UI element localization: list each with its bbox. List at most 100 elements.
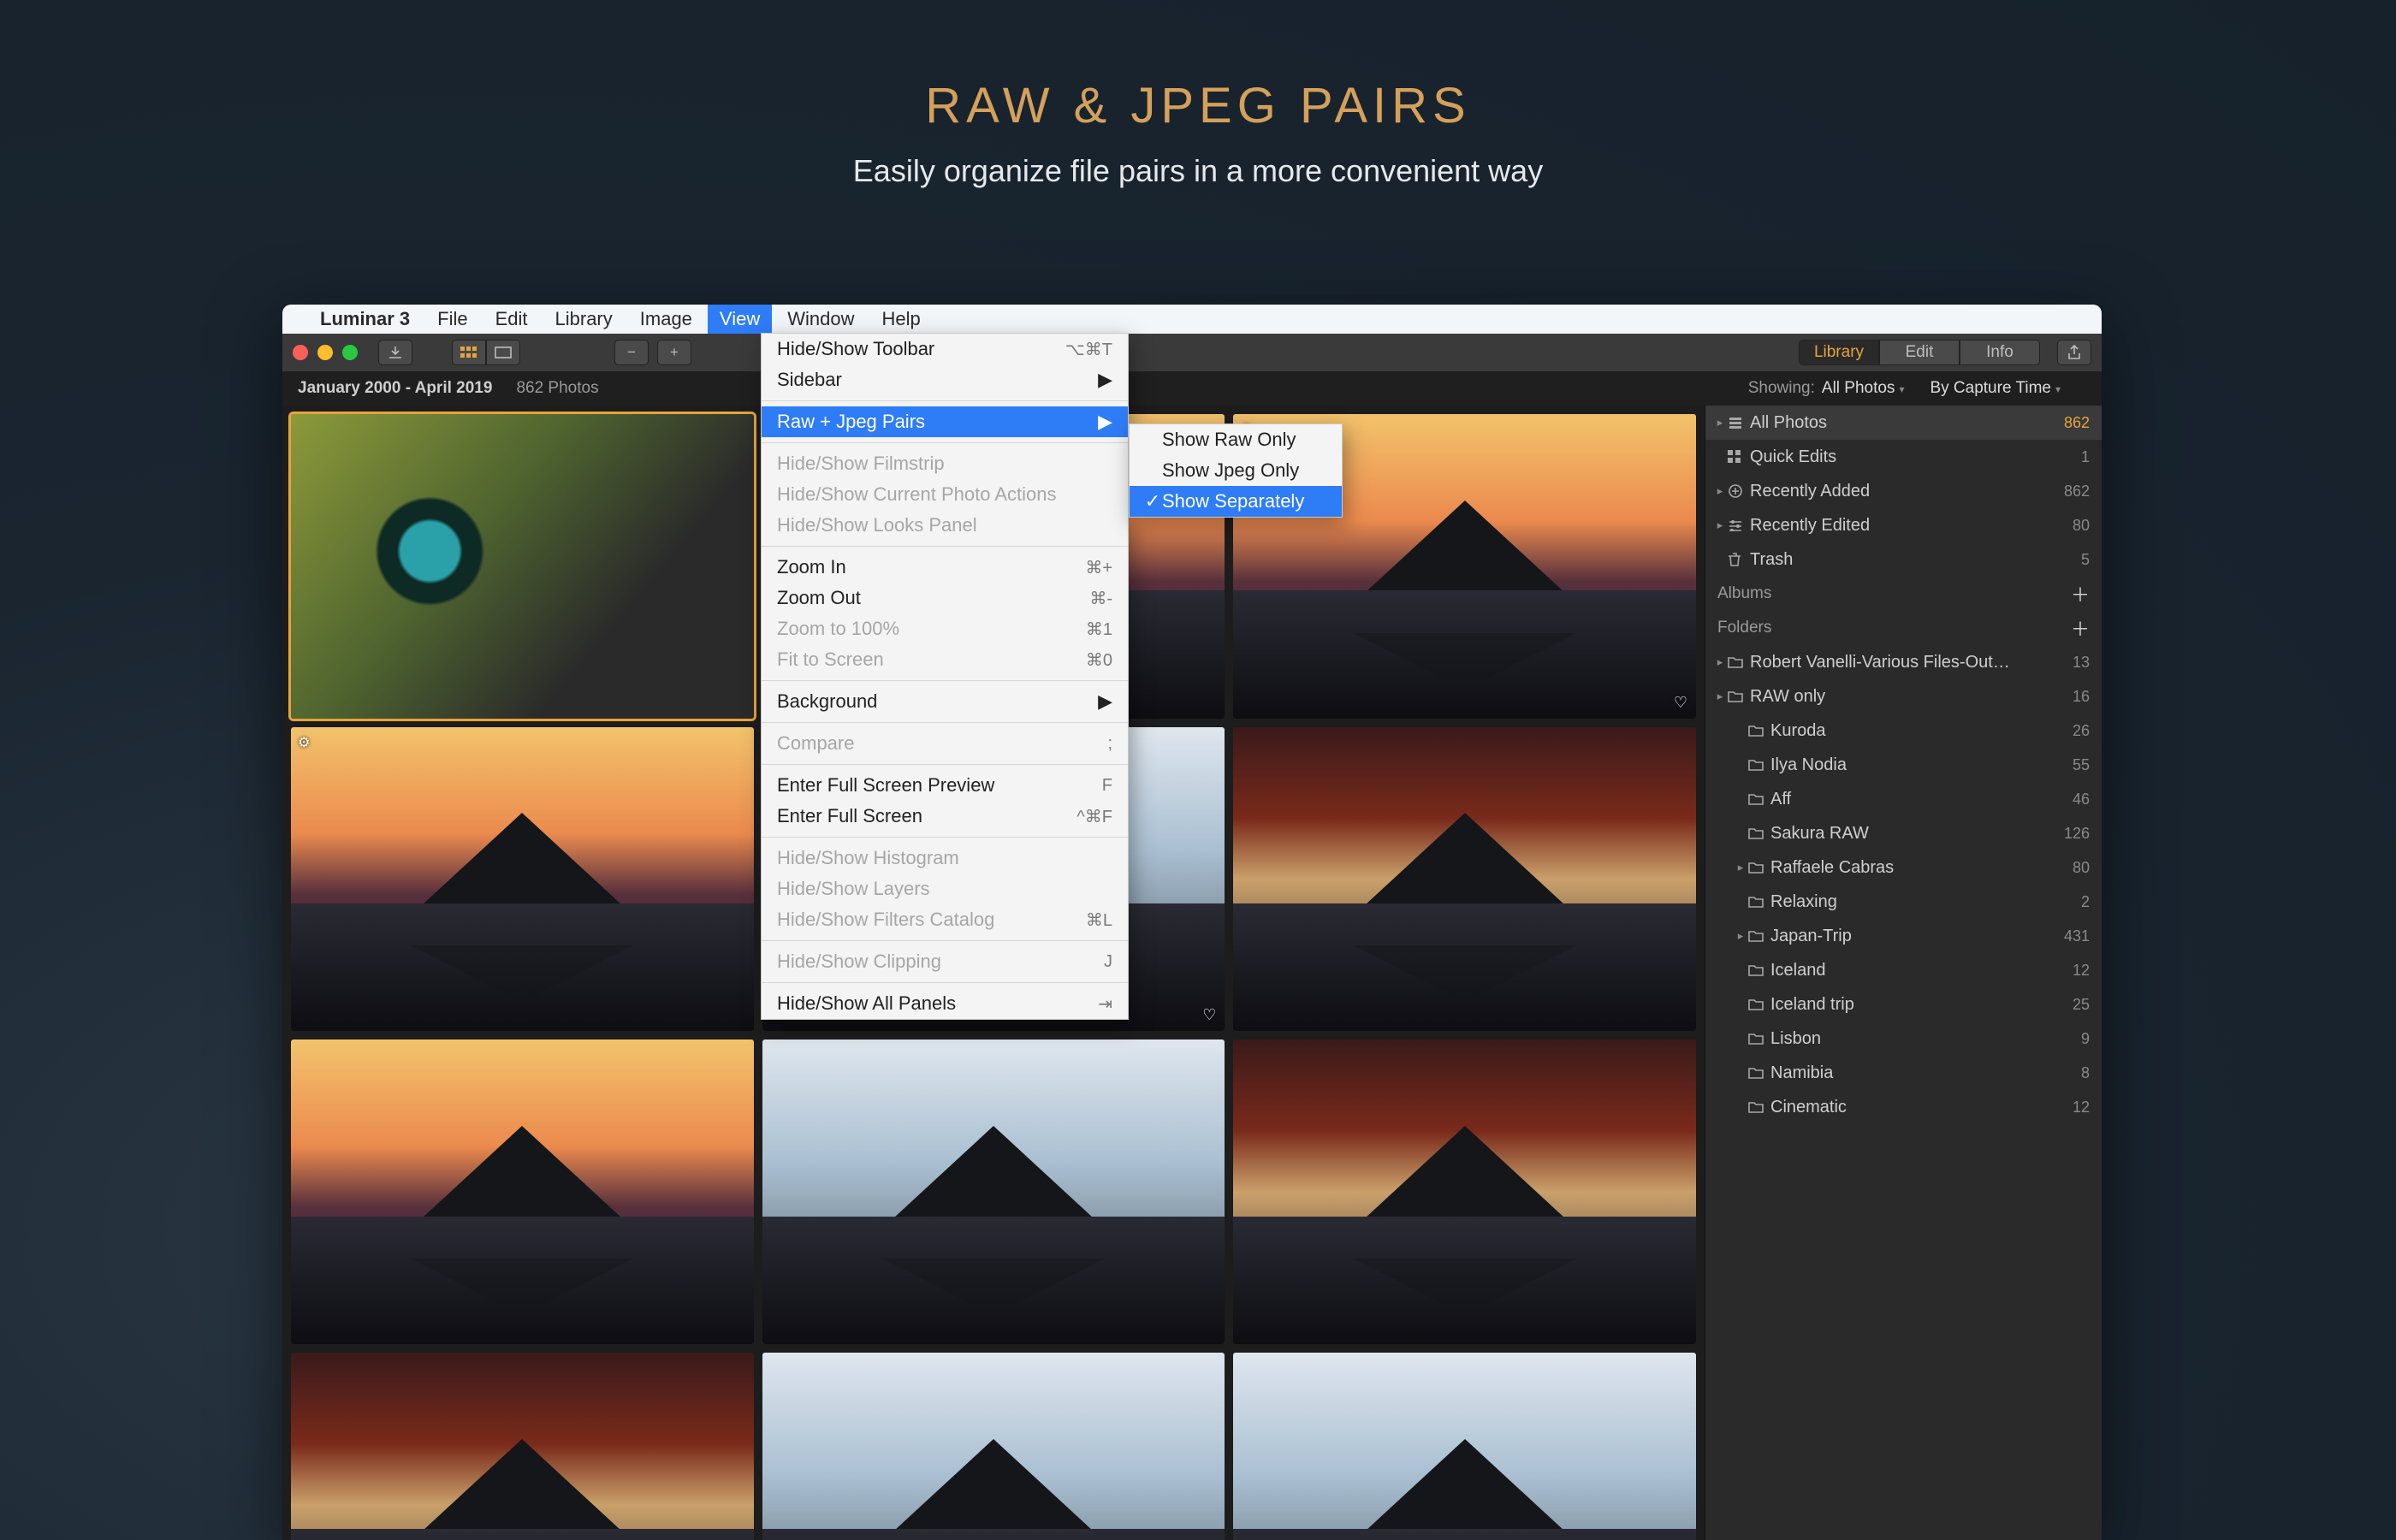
showing-filter[interactable]: All Photos [1822,379,1905,398]
thumbnail[interactable] [762,1040,1225,1344]
menu-window[interactable]: Window [775,305,866,334]
menu-view[interactable]: View [708,305,772,334]
menu-help[interactable]: Help [869,305,932,334]
folder-icon [1748,827,1770,839]
folder-item[interactable]: Ilya Nodia55 [1705,748,2102,782]
folder-item[interactable]: Namibia8 [1705,1056,2102,1090]
share-button[interactable] [2057,340,2091,365]
thumbnail[interactable] [762,1353,1225,1540]
submenu-item[interactable]: Show Jpeg Only [1130,455,1342,486]
folder-item[interactable]: Iceland trip25 [1705,987,2102,1022]
menu-item[interactable]: Hide/Show Toolbar⌥⌘T [762,334,1128,364]
folder-icon [1748,725,1770,737]
menu-edit[interactable]: Edit [483,305,540,334]
folder-icon [1728,656,1750,668]
disclosure-icon: ▸ [1712,416,1728,429]
folder-item[interactable]: Sakura RAW126 [1705,816,2102,850]
heart-icon[interactable]: ♡ [1674,694,1687,712]
sidebar-item-quick-edits[interactable]: Quick Edits1 [1705,440,2102,474]
menu-item[interactable]: Sidebar▶ [762,364,1128,395]
menu-item[interactable]: Background▶ [762,686,1128,717]
menu-item[interactable]: Hide/Show All Panels⇥ [762,988,1128,1019]
zoom-window-button[interactable] [342,345,358,360]
folder-item[interactable]: Aff46 [1705,782,2102,816]
folder-icon [1748,964,1770,976]
minimize-window-button[interactable] [317,345,333,360]
view-menu-dropdown: Hide/Show Toolbar⌥⌘TSidebar▶ Raw + Jpeg P… [761,333,1129,1020]
thumbnail[interactable]: ⚙ [291,727,754,1032]
disclosure-icon: ▸ [1712,484,1728,498]
menu-item: Zoom to 100%⌘1 [762,613,1128,644]
sidebar-item-recently-edited[interactable]: ▸Recently Edited80 [1705,508,2102,542]
folder-item[interactable]: ▸Japan-Trip431 [1705,919,2102,953]
menu-app[interactable]: Luminar 3 [308,305,422,334]
plus-circle-icon [1728,483,1750,499]
thumbnail[interactable] [291,1040,754,1344]
folder-icon [1748,759,1770,771]
disclosure-icon: ▸ [1733,861,1748,874]
grid-icon [1728,450,1750,464]
disclosure-icon: ▸ [1733,929,1748,943]
folder-item[interactable]: ▸Robert Vanelli-Various Files-Out…13 [1705,645,2102,679]
chevron-right-icon: ▶ [1098,411,1112,433]
folder-item[interactable]: Iceland12 [1705,953,2102,987]
menu-item[interactable]: Enter Full Screen PreviewF [762,770,1128,801]
menu-image[interactable]: Image [628,305,704,334]
submenu-item[interactable]: Show Raw Only [1130,424,1342,455]
sidebar-item-recently-added[interactable]: ▸Recently Added862 [1705,474,2102,508]
folder-item[interactable]: ▸Raffaele Cabras80 [1705,850,2102,885]
folder-icon [1748,998,1770,1010]
showing-label: Showing: [1748,379,1815,398]
heart-icon[interactable]: ♡ [1202,1006,1216,1024]
tab-library[interactable]: Library [1799,340,1879,365]
toolbar: − + LibraryEditInfo [282,334,2102,371]
sort-dropdown[interactable]: By Capture Time [1930,379,2061,398]
thumbnail[interactable] [1233,727,1696,1032]
menu-file[interactable]: File [425,305,479,334]
add-album-button[interactable]: ＋ [2071,580,2090,607]
adjust-icon: ⚙ [298,734,310,751]
menu-item[interactable]: Enter Full Screen^⌘F [762,801,1128,832]
folder-icon [1748,1101,1770,1113]
folder-item[interactable]: Lisbon9 [1705,1022,2102,1056]
sidebar-item-all-photos[interactable]: ▸All Photos862 [1705,406,2102,440]
view-grid-button[interactable] [452,340,486,365]
albums-header: Albums＋ [1705,577,2102,611]
thumbnail[interactable] [291,1353,754,1540]
folder-item[interactable]: ▸RAW only16 [1705,679,2102,714]
thumbnail[interactable] [1233,1040,1696,1344]
menu-library[interactable]: Library [543,305,625,334]
folders-header: Folders＋ [1705,611,2102,645]
thumbnail[interactable] [291,414,754,719]
sidebar-item-trash[interactable]: Trash5 [1705,542,2102,577]
zoom-in-button[interactable]: + [657,340,691,365]
submenu-item[interactable]: ✓Show Separately [1130,486,1342,517]
folder-item[interactable]: Kuroda26 [1705,714,2102,748]
window-controls [293,345,358,360]
tab-info[interactable]: Info [1960,340,2040,365]
app-window: Luminar 3 FileEditLibraryImageViewWindow… [282,305,2102,1540]
menu-item: Hide/Show Layers [762,874,1128,904]
menu-item[interactable]: Raw + Jpeg Pairs▶ [762,406,1128,437]
chevron-right-icon: ▶ [1098,690,1112,713]
photo-count: 862 Photos [516,379,598,398]
tab-edit[interactable]: Edit [1879,340,1960,365]
folder-item[interactable]: Cinematic12 [1705,1090,2102,1124]
thumbnail[interactable] [1233,1353,1696,1540]
close-window-button[interactable] [293,345,308,360]
menu-item[interactable]: Zoom Out⌘- [762,583,1128,613]
zoom-out-button[interactable]: − [614,340,649,365]
folder-icon [1728,690,1750,702]
folder-icon [1748,1067,1770,1079]
hero-subtitle: Easily organize file pairs in a more con… [0,153,2396,189]
menu-item: Hide/Show Filmstrip [762,448,1128,479]
view-single-button[interactable] [486,340,520,365]
folder-item[interactable]: Relaxing2 [1705,885,2102,919]
menu-item[interactable]: Zoom In⌘+ [762,552,1128,583]
menu-item: Fit to Screen⌘0 [762,644,1128,675]
add-folder-button[interactable]: ＋ [2071,614,2090,642]
import-button[interactable] [378,340,412,365]
raw-jpeg-submenu: Show Raw OnlyShow Jpeg Only✓Show Separat… [1129,424,1343,518]
sliders-icon [1728,519,1750,531]
folder-icon [1748,1033,1770,1045]
